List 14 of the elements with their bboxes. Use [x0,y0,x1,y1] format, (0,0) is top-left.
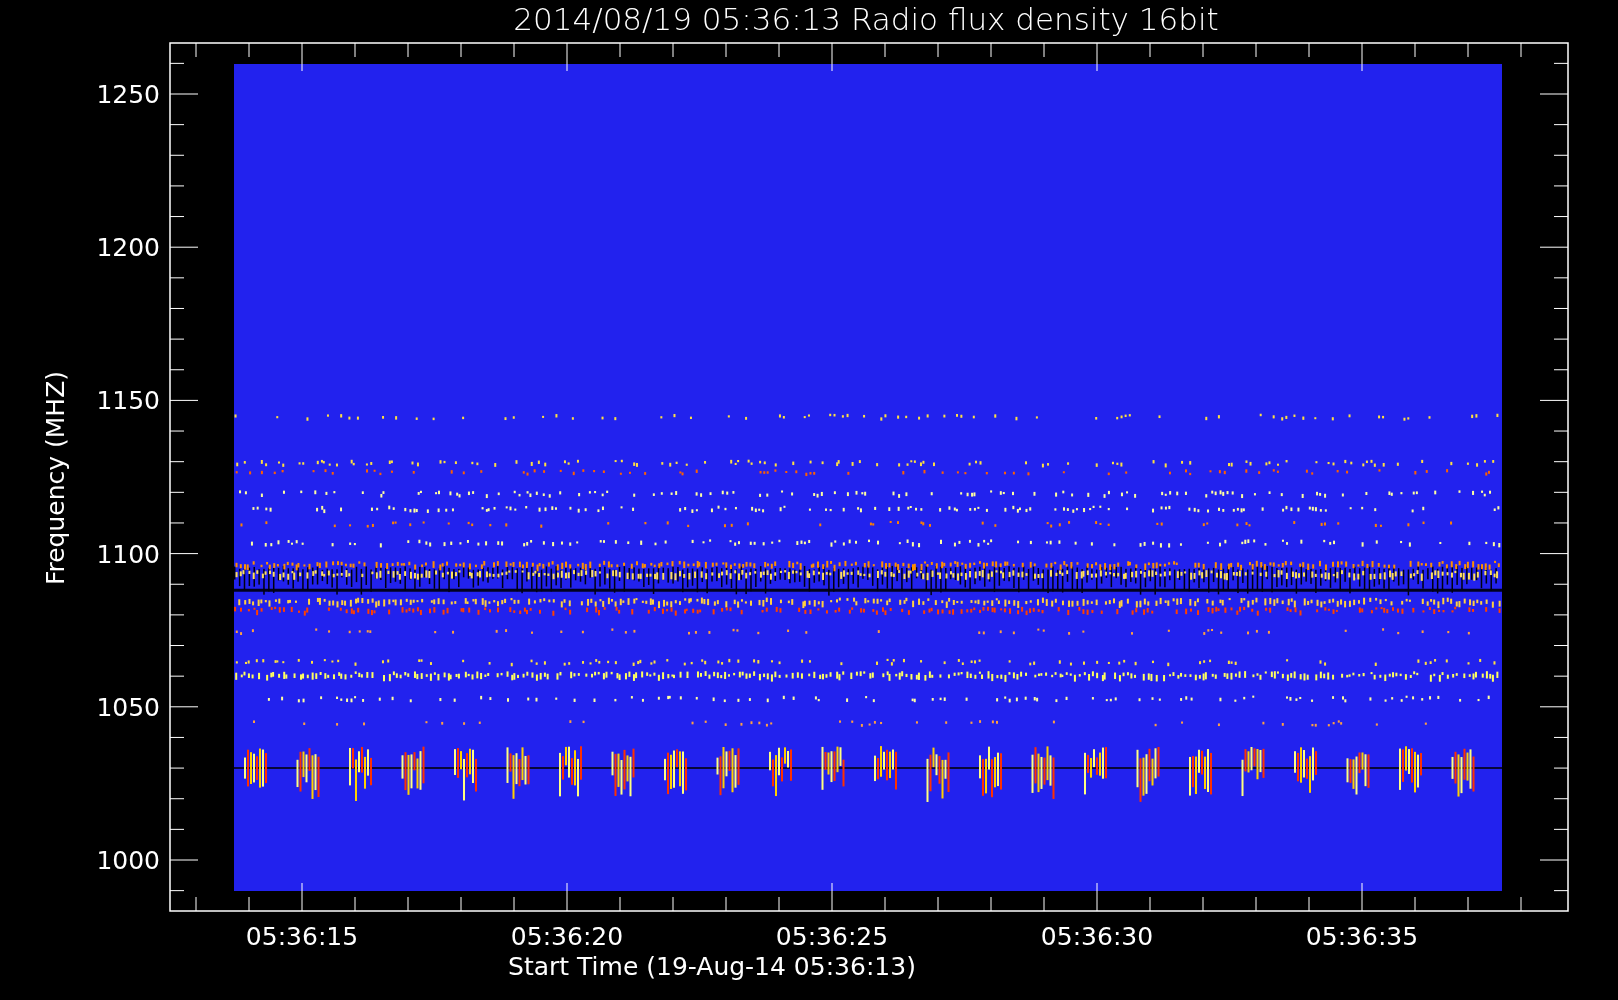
x-tick-label: 05:36:20 [510,922,624,951]
x-axis-label: Start Time (19-Aug-14 05:36:13) [508,952,916,981]
y-tick-label: 1250 [96,80,160,109]
y-axis-label: Frequency (MHZ) [41,370,70,586]
plot-title: 2014/08/19 05:36:13 Radio flux density 16bit [513,1,1219,37]
x-tick-label: 05:36:30 [1040,922,1154,951]
y-tick-label: 1200 [96,233,160,263]
x-tick-label: 05:36:25 [775,922,889,951]
x-tick-label: 05:36:15 [245,922,359,951]
y-tick-label: 1000 [96,846,160,875]
y-tick-label: 1100 [96,539,160,569]
y-tick-label: 1050 [96,692,160,722]
y-tick-label: 1150 [96,386,160,416]
x-tick-label: 05:36:35 [1305,922,1419,951]
